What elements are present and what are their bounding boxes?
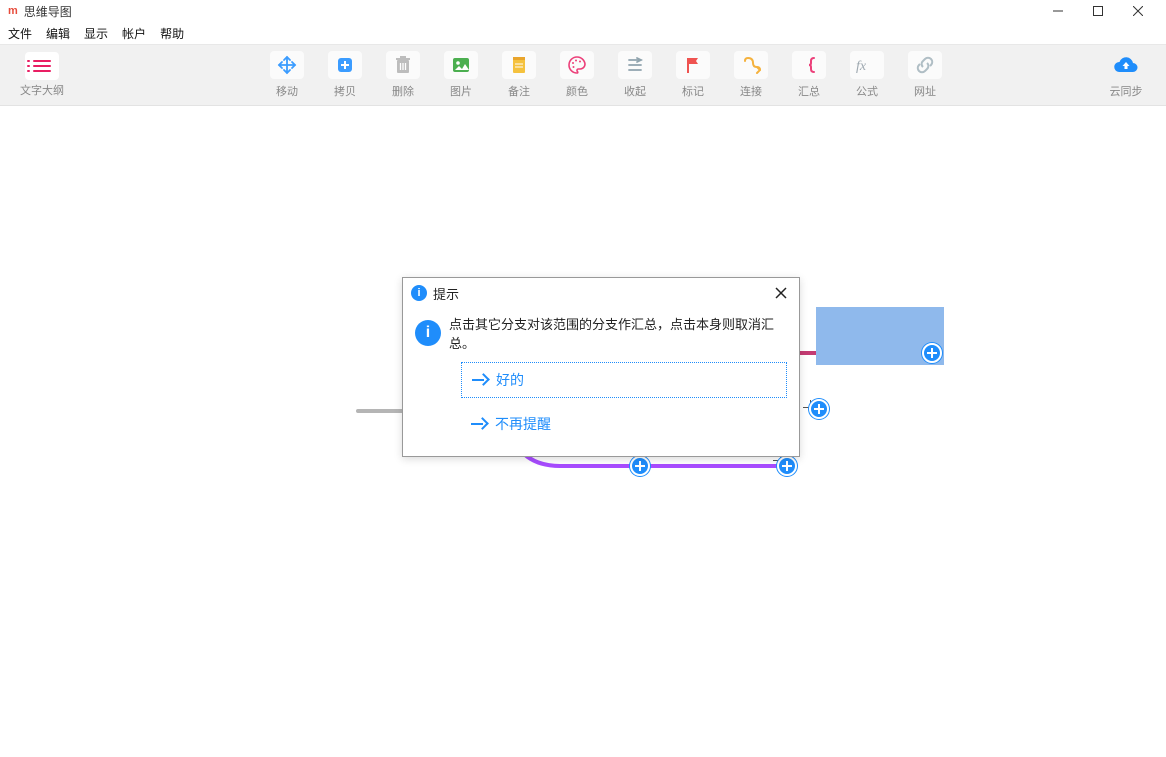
dialog-close-button[interactable] [771,283,791,303]
toolbar-url-button[interactable]: 网址 [900,50,950,100]
arrow-right-icon [472,372,488,388]
outline-button[interactable]: 文字大纲 [12,52,72,98]
dialog-message: 点击其它分支对该范围的分支作汇总，点击本身则取消汇总。 [449,314,787,352]
dialog-title: 提示 [433,284,771,303]
delete-icon [386,51,420,79]
window-titlebar: m 思维导图 [0,0,1166,22]
menu-account[interactable]: 帐户 [122,25,146,42]
toolbar-delete-button[interactable]: 删除 [378,50,428,100]
menubar: 文件 编辑 显示 帐户 帮助 [0,22,1166,44]
toolbar-label: 删除 [392,83,414,99]
toolbar-label: 拷贝 [334,83,356,99]
add-node-button[interactable] [630,456,650,476]
flag-icon [676,51,710,79]
toolbar-palette-button[interactable]: 颜色 [552,50,602,100]
dialog-ok-button[interactable]: 好的 [461,362,787,398]
add-node-button[interactable] [809,399,829,419]
url-icon [908,51,942,79]
copy-icon [328,51,362,79]
menu-help[interactable]: 帮助 [160,25,184,42]
dialog-header: i 提示 [403,278,799,308]
close-button[interactable] [1118,0,1158,22]
toolbar-label: 颜色 [566,83,588,99]
arrow-right-icon [471,416,487,432]
toolbar-label: 收起 [624,83,646,99]
toolbar-link-button[interactable]: 连接 [726,50,776,100]
menu-view[interactable]: 显示 [84,25,108,42]
cloud-icon [1109,51,1143,79]
toolbar-label: 汇总 [798,83,820,99]
note-icon [502,51,536,79]
mindmap-canvas[interactable]: 1第一步 XXX i 提示 i 点击其它分支对该范围的分支作汇总，点击本身则取消… [0,106,1166,757]
toolbar-label: 移动 [276,83,298,99]
toolbar-label: 网址 [914,83,936,99]
dialog-dont-remind-label: 不再提醒 [495,414,551,434]
cloud-sync-label: 云同步 [1110,83,1143,99]
toolbar: 文字大纲 移动 拷贝 删除 图片 备注 颜色 收起 标记 连接 汇总 fx 公式 网址 云同步 [0,44,1166,106]
collapse-icon [618,51,652,79]
fx-icon: fx [850,51,884,79]
window-title: 思维导图 [24,3,1038,20]
toolbar-label: 备注 [508,83,530,99]
image-icon [444,51,478,79]
toolbar-note-button[interactable]: 备注 [494,50,544,100]
info-icon: i [415,320,441,346]
link-icon [734,51,768,79]
toolbar-label: 标记 [682,83,704,99]
toolbar-fx-button[interactable]: fx 公式 [842,50,892,100]
menu-file[interactable]: 文件 [8,25,32,42]
dialog-ok-label: 好的 [496,370,524,390]
outline-label: 文字大纲 [20,82,64,98]
toolbar-flag-button[interactable]: 标记 [668,50,718,100]
window-controls [1038,0,1158,22]
brace-icon [792,51,826,79]
add-node-button[interactable] [777,456,797,476]
menu-edit[interactable]: 编辑 [46,25,70,42]
maximize-button[interactable] [1078,0,1118,22]
toolbar-label: 公式 [856,83,878,99]
toolbar-label: 图片 [450,83,472,99]
move-icon [270,51,304,79]
info-icon: i [411,285,427,301]
toolbar-label: 连接 [740,83,762,99]
svg-text:fx: fx [856,59,867,74]
toolbar-move-button[interactable]: 移动 [262,50,312,100]
outline-icon [25,52,59,80]
minimize-button[interactable] [1038,0,1078,22]
toolbar-image-button[interactable]: 图片 [436,50,486,100]
palette-icon [560,51,594,79]
app-icon: m [8,5,18,17]
toolbar-brace-button[interactable]: 汇总 [784,50,834,100]
toolbar-copy-button[interactable]: 拷贝 [320,50,370,100]
cloud-sync-button[interactable]: 云同步 [1098,50,1154,100]
toolbar-collapse-button[interactable]: 收起 [610,50,660,100]
dialog-dont-remind-button[interactable]: 不再提醒 [461,406,787,442]
summary-tip-dialog: i 提示 i 点击其它分支对该范围的分支作汇总，点击本身则取消汇总。 好的 不再… [402,277,800,457]
add-node-button[interactable] [922,343,942,363]
